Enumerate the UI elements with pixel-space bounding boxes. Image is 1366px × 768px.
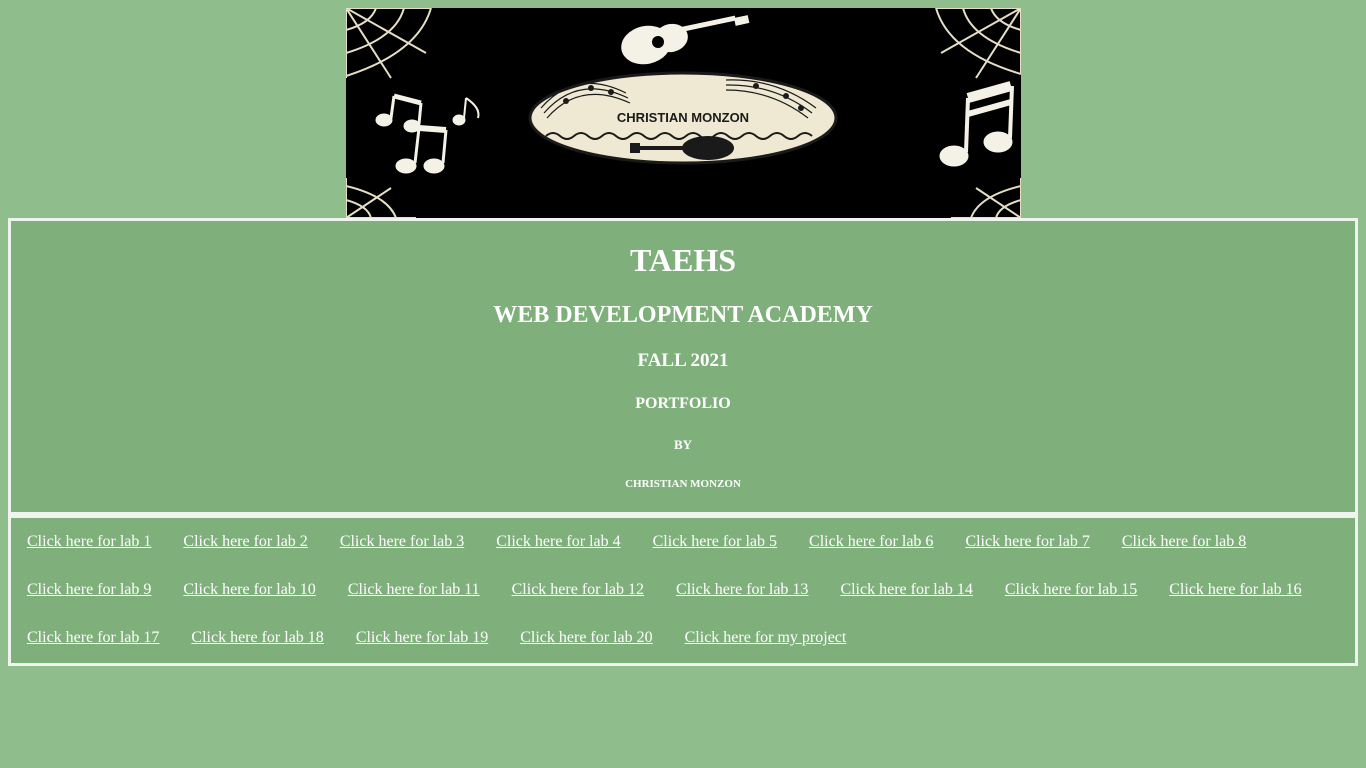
project-link[interactable]: Click here for my project: [685, 629, 847, 646]
lab-4-link[interactable]: Click here for lab 4: [496, 533, 620, 550]
portfolio-title: PORTFOLIO: [635, 395, 731, 412]
lab-9-link[interactable]: Click here for lab 9: [27, 581, 151, 598]
lab-19-link[interactable]: Click here for lab 19: [356, 629, 488, 646]
lab-7-link[interactable]: Click here for lab 7: [965, 533, 1089, 550]
lab-1-link[interactable]: Click here for lab 1: [27, 533, 151, 550]
banner-image: CHRISTIAN MONZON: [346, 8, 1021, 218]
author-name: CHRISTIAN MONZON: [625, 478, 741, 490]
lab-8-link[interactable]: Click here for lab 8: [1122, 533, 1246, 550]
lab-3-link[interactable]: Click here for lab 3: [340, 533, 464, 550]
lab-5-link[interactable]: Click here for lab 5: [653, 533, 777, 550]
by-label: BY: [673, 437, 693, 452]
lab-2-link[interactable]: Click here for lab 2: [183, 533, 307, 550]
links-row-1: Click here for lab 1 Click here for lab 2…: [27, 533, 1278, 557]
acoustic-guitar-icon: [621, 15, 750, 65]
lab-14-link[interactable]: Click here for lab 14: [840, 581, 972, 598]
links-row-2: Click here for lab 9 Click here for lab 1…: [27, 581, 1334, 605]
academy-title: WEB DEVELOPMENT ACADEMY: [493, 302, 873, 328]
music-notes-left-icon: [375, 93, 480, 174]
web-bottom-right-icon: [951, 178, 1021, 218]
web-top-left-icon: [346, 8, 432, 79]
lab-17-link[interactable]: Click here for lab 17: [27, 629, 159, 646]
web-top-right-icon: [935, 8, 1021, 79]
lab-13-link[interactable]: Click here for lab 13: [676, 581, 808, 598]
lab-10-link[interactable]: Click here for lab 10: [183, 581, 315, 598]
lab-16-link[interactable]: Click here for lab 16: [1169, 581, 1301, 598]
lab-11-link[interactable]: Click here for lab 11: [348, 581, 480, 598]
lab-links-panel: Click here for lab 1 Click here for lab 2…: [8, 515, 1358, 666]
header-panel: TAEHS WEB DEVELOPMENT ACADEMY FALL 2021 …: [8, 218, 1358, 515]
term-title: FALL 2021: [637, 350, 729, 371]
lab-20-link[interactable]: Click here for lab 20: [520, 629, 652, 646]
lab-18-link[interactable]: Click here for lab 18: [191, 629, 323, 646]
lab-15-link[interactable]: Click here for lab 15: [1005, 581, 1137, 598]
web-bottom-left-icon: [346, 178, 416, 218]
banner-name-text: CHRISTIAN MONZON: [617, 110, 749, 125]
lab-6-link[interactable]: Click here for lab 6: [809, 533, 933, 550]
lab-12-link[interactable]: Click here for lab 12: [512, 581, 644, 598]
links-row-3: Click here for lab 17 Click here for lab …: [27, 629, 878, 653]
school-title: TAEHS: [629, 242, 737, 278]
music-notes-right-icon: [939, 81, 1014, 167]
